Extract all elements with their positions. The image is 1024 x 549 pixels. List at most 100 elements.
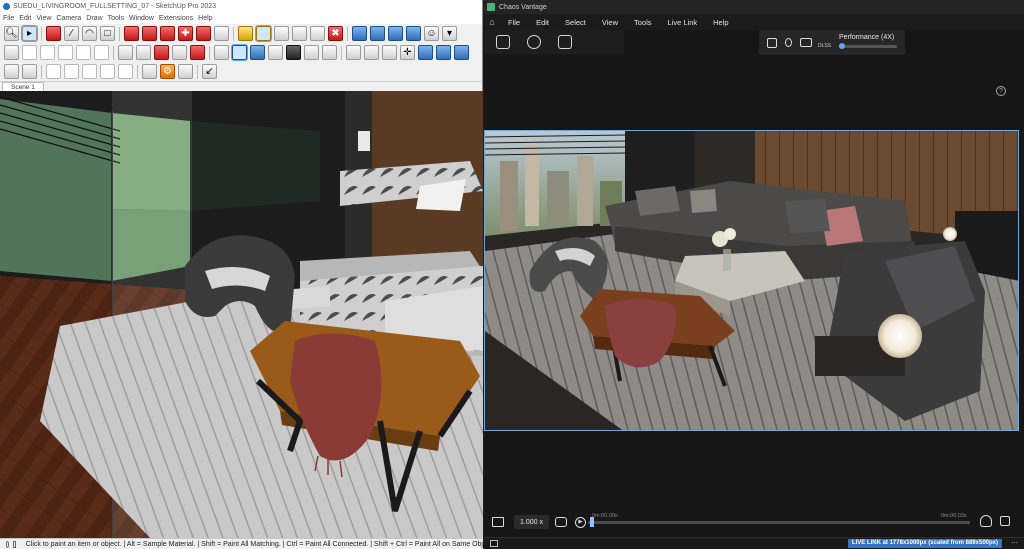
clapperboard-icon[interactable] <box>492 517 504 527</box>
cloud-icon[interactable] <box>406 26 421 41</box>
loop-icon[interactable] <box>555 517 567 527</box>
cv-menu-live-link[interactable]: Live Link <box>668 18 698 27</box>
timeline-options-icon[interactable] <box>1000 516 1010 526</box>
section-plane-icon[interactable] <box>310 26 325 41</box>
look-around-icon[interactable] <box>322 45 337 60</box>
pan-icon[interactable] <box>304 45 319 60</box>
zoom-icon[interactable] <box>274 26 289 41</box>
su-menu-help[interactable]: Help <box>198 15 212 22</box>
cube-blue-icon[interactable] <box>418 45 433 60</box>
help-icon[interactable]: ? <box>996 86 1006 96</box>
arc-icon[interactable]: ◠ <box>82 26 97 41</box>
display-icon[interactable] <box>800 38 812 47</box>
cv-menu-select[interactable]: Select <box>565 18 586 27</box>
push-pull-icon[interactable] <box>124 26 139 41</box>
home-icon[interactable]: ⌂ <box>484 17 500 27</box>
su-menu-tools[interactable]: Tools <box>108 15 124 22</box>
warehouse-icon[interactable] <box>352 26 367 41</box>
user-icon[interactable]: ☺ <box>424 26 439 41</box>
style-xray-icon[interactable] <box>94 45 109 60</box>
scene-icon[interactable] <box>346 45 361 60</box>
style-hidden-icon[interactable] <box>136 45 151 60</box>
playback-speed[interactable]: 1.000 x <box>514 515 549 529</box>
paint-bucket-icon[interactable] <box>255 25 272 42</box>
move-icon[interactable]: ✚ <box>178 26 193 41</box>
camera-settings-icon[interactable] <box>767 37 777 48</box>
su-menu-window[interactable]: Window <box>129 15 154 22</box>
walk-icon[interactable] <box>268 45 283 60</box>
follow-me-icon[interactable] <box>142 26 157 41</box>
zoom-extents-icon[interactable] <box>292 26 307 41</box>
environment-icon[interactable] <box>558 35 572 49</box>
match-photo-icon[interactable] <box>382 45 397 60</box>
cv-menu-edit[interactable]: Edit <box>536 18 549 27</box>
cv-menu-help[interactable]: Help <box>713 18 728 27</box>
play-icon[interactable]: ▶ <box>575 516 586 528</box>
sketchup-viewport[interactable] <box>0 91 483 538</box>
timeline-track[interactable] <box>588 521 970 524</box>
box-outline-3-icon[interactable] <box>82 64 97 79</box>
solid-tools-icon[interactable] <box>250 45 265 60</box>
offset-icon[interactable] <box>196 26 211 41</box>
color-correction-icon[interactable] <box>527 35 541 49</box>
move-cube-icon[interactable]: ✛ <box>400 45 415 60</box>
style-shaded-icon[interactable] <box>154 45 169 60</box>
eraser-icon[interactable] <box>46 26 61 41</box>
component-icon[interactable] <box>364 45 379 60</box>
credit-status-icon[interactable] <box>12 540 16 548</box>
tape-measure-icon[interactable] <box>238 26 253 41</box>
extension-icon[interactable] <box>370 26 385 41</box>
box-outline-icon[interactable] <box>46 64 61 79</box>
geo-location-icon[interactable] <box>214 45 229 60</box>
rectangle-icon[interactable]: □ <box>100 26 115 41</box>
sphere-2-icon[interactable] <box>118 64 133 79</box>
panel-toggle-icon[interactable] <box>490 540 498 547</box>
style-wire-icon[interactable] <box>118 45 133 60</box>
box-icon[interactable] <box>22 45 37 60</box>
su-menu-edit[interactable]: Edit <box>19 15 31 22</box>
status-options-icon[interactable]: ⋯ <box>1011 539 1018 547</box>
box-top-icon[interactable] <box>76 45 91 60</box>
style-mono-icon[interactable] <box>190 45 205 60</box>
performance-slider[interactable] <box>839 45 897 48</box>
su-menu-view[interactable]: View <box>36 15 51 22</box>
box-front-icon[interactable] <box>40 45 55 60</box>
camera-iso-icon[interactable] <box>4 45 19 60</box>
dimension-icon[interactable] <box>4 64 19 79</box>
cv-menu-tools[interactable]: Tools <box>634 18 652 27</box>
cube-blue-2-icon[interactable] <box>436 45 451 60</box>
vantage-viewport[interactable] <box>484 130 1019 431</box>
person-view-icon[interactable] <box>785 38 792 47</box>
settings-icon[interactable]: ▾ <box>442 26 457 41</box>
timeline-playhead[interactable] <box>590 517 594 527</box>
su-menu-draw[interactable]: Draw <box>86 15 102 22</box>
gear-red-icon[interactable]: ⚙ <box>160 64 175 79</box>
scene-tab-1[interactable]: Scene 1 <box>2 81 44 92</box>
su-menu-file[interactable]: File <box>3 15 14 22</box>
select-arrow-icon[interactable]: ▸ <box>21 25 38 42</box>
sphere-icon[interactable] <box>100 64 115 79</box>
search-icon[interactable]: 🔍︎ <box>4 26 19 41</box>
sandbox-icon[interactable] <box>231 44 248 61</box>
box-outline-2-icon[interactable] <box>64 64 79 79</box>
grid-icon[interactable] <box>178 64 193 79</box>
text-icon[interactable] <box>22 64 37 79</box>
layers-icon[interactable]: ✖ <box>328 26 343 41</box>
hand-icon[interactable] <box>142 64 157 79</box>
style-texture-icon[interactable] <box>172 45 187 60</box>
small-arrow-icon[interactable]: ↙ <box>202 64 217 79</box>
cube-blue-3-icon[interactable] <box>454 45 469 60</box>
box-side-icon[interactable] <box>58 45 73 60</box>
scale-icon[interactable] <box>214 26 229 41</box>
cv-menu-view[interactable]: View <box>602 18 618 27</box>
snapshot-icon[interactable] <box>496 35 510 49</box>
geo-location-status-icon[interactable] <box>6 540 9 548</box>
performance-slider-thumb[interactable] <box>838 43 845 49</box>
layout-send-icon[interactable] <box>388 26 403 41</box>
pencil-line-icon[interactable]: ∕ <box>64 26 79 41</box>
cv-menu-file[interactable]: File <box>508 18 520 27</box>
orbit-icon[interactable] <box>286 45 301 60</box>
su-menu-extensions[interactable]: Extensions <box>159 15 193 22</box>
su-menu-camera[interactable]: Camera <box>56 15 81 22</box>
camera-keyframe-icon[interactable] <box>980 515 992 527</box>
